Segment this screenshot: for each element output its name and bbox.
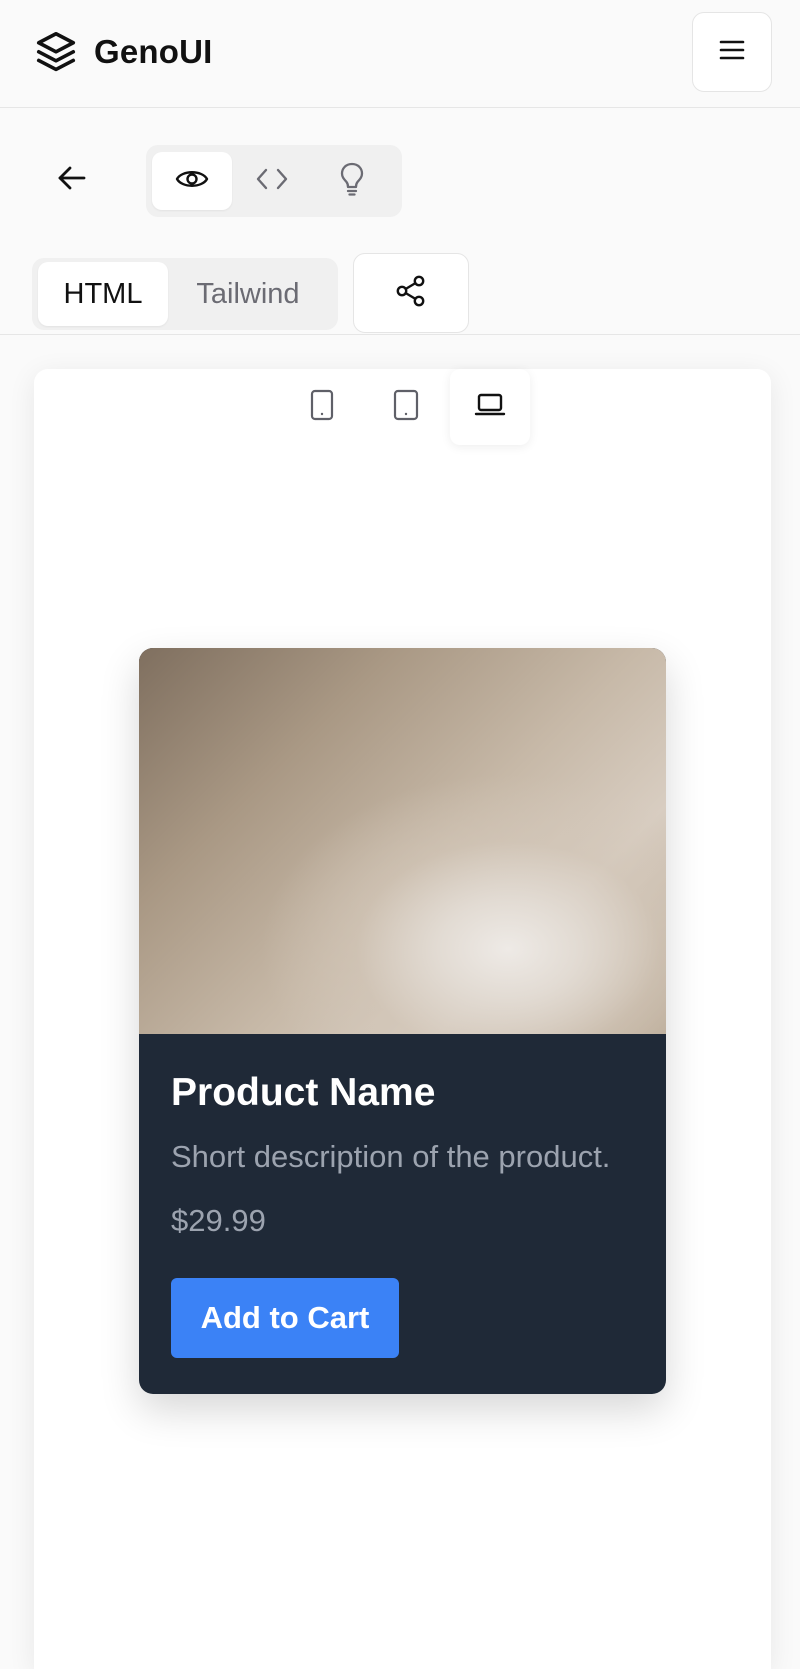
layers-stack-icon — [32, 28, 80, 76]
device-phone-button[interactable] — [282, 369, 362, 445]
menu-button[interactable] — [692, 12, 772, 92]
top-bar: GenoUI — [0, 0, 800, 108]
product-card: Product Name Short description of the pr… — [139, 648, 666, 1394]
product-price: $29.99 — [171, 1203, 266, 1238]
product-description: Short description of the product. — [171, 1139, 611, 1174]
back-button[interactable] — [40, 148, 104, 212]
product-title: Product Name — [171, 1071, 436, 1114]
eye-icon — [175, 167, 209, 196]
code-tab[interactable] — [232, 152, 312, 210]
editor-toolbar: HTML Tailwind — [0, 108, 800, 335]
device-switcher — [278, 369, 534, 445]
tablet-icon — [393, 389, 419, 426]
preview-tab[interactable] — [152, 152, 232, 210]
product-body: Product Name Short description of the pr… — [139, 1034, 666, 1390]
brand[interactable]: GenoUI — [32, 26, 213, 78]
language-switcher: HTML Tailwind — [32, 258, 338, 330]
laptop-icon — [474, 392, 506, 423]
hamburger-menu-icon — [719, 39, 745, 66]
arrow-left-icon — [57, 165, 87, 196]
product-image — [139, 648, 666, 1034]
share-button[interactable] — [353, 253, 469, 333]
view-mode-switcher — [146, 145, 402, 217]
preview-panel: Product Name Short description of the pr… — [34, 369, 771, 1669]
code-brackets-icon — [255, 167, 289, 196]
device-laptop-button[interactable] — [450, 369, 530, 445]
tab-tailwind[interactable]: Tailwind — [168, 262, 328, 326]
share-nodes-icon — [396, 275, 426, 312]
ideas-tab[interactable] — [312, 152, 392, 210]
device-tablet-button[interactable] — [366, 369, 446, 445]
tab-html[interactable]: HTML — [38, 262, 168, 326]
lightbulb-icon — [339, 162, 365, 201]
add-to-cart-button[interactable]: Add to Cart — [171, 1278, 399, 1358]
phone-icon — [310, 389, 334, 426]
app-name: GenoUI — [94, 33, 213, 70]
